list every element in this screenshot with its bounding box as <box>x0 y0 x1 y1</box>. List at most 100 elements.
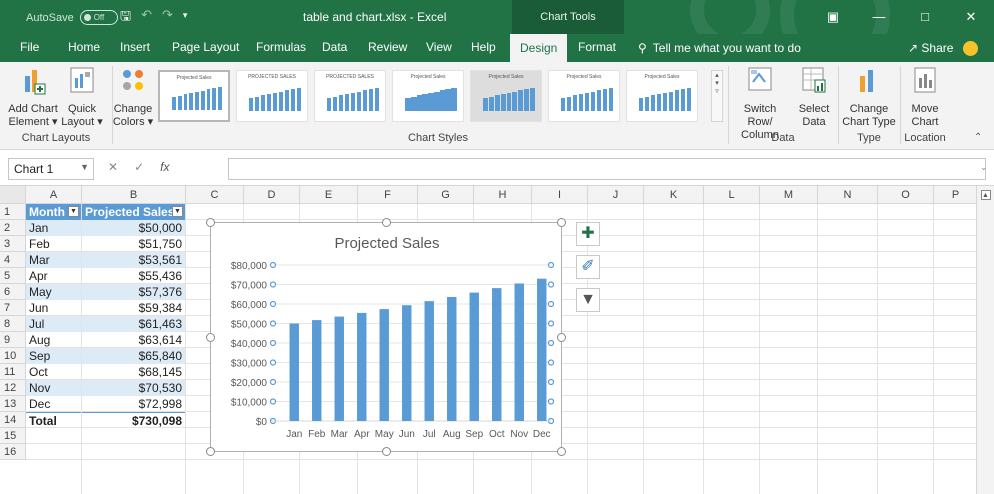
switch-row-column-button[interactable]: Switch Row/Column <box>730 66 790 142</box>
resize-handle-b[interactable] <box>382 447 391 456</box>
filter-dropdown-icon[interactable]: ▼ <box>172 206 183 217</box>
table-cell-month[interactable]: Nov <box>26 380 81 396</box>
tell-me-box[interactable]: ⚲ Tell me what you want to do <box>638 41 801 55</box>
table-cell-sales[interactable]: $70,530 <box>82 380 185 396</box>
quick-layout-button[interactable]: Quick Layout ▾ <box>60 66 104 129</box>
chart-style-6[interactable]: Projected Sales <box>548 70 620 122</box>
tab-page-layout[interactable]: Page Layout <box>172 40 239 54</box>
tab-help[interactable]: Help <box>471 40 496 54</box>
table-cell-month[interactable]: Jan <box>26 220 81 236</box>
column-header-k[interactable]: K <box>644 186 704 204</box>
table-cell-month[interactable]: Aug <box>26 332 81 348</box>
tab-file[interactable]: File <box>20 40 39 54</box>
column-header-a[interactable]: A <box>26 186 82 204</box>
tab-review[interactable]: Review <box>368 40 407 54</box>
column-header-p[interactable]: P <box>934 186 978 204</box>
table-cell-month[interactable]: Oct <box>26 364 81 380</box>
table-cell-sales[interactable]: $57,376 <box>82 284 185 300</box>
insert-function-icon[interactable]: fx <box>160 160 169 174</box>
column-header-j[interactable]: J <box>588 186 644 204</box>
undo-icon[interactable]: ↶ <box>141 7 152 29</box>
row-header-1[interactable]: 1 <box>0 204 26 220</box>
table-total-label[interactable]: Total <box>26 412 81 428</box>
redo-icon[interactable]: ↷ <box>162 7 173 29</box>
expand-formula-icon[interactable]: ⌄ <box>980 162 988 173</box>
row-header-8[interactable]: 8 <box>0 316 26 332</box>
chart-elements-button[interactable]: ✚ <box>576 222 600 246</box>
row-header-7[interactable]: 7 <box>0 300 26 316</box>
maximize-icon[interactable]: □ <box>902 0 948 34</box>
tab-format[interactable]: Format <box>578 40 616 54</box>
tab-insert[interactable]: Insert <box>120 40 150 54</box>
table-cell-sales[interactable]: $63,614 <box>82 332 185 348</box>
table-cell-month[interactable]: Feb <box>26 236 81 252</box>
chart-style-7[interactable]: Projected Sales <box>626 70 698 122</box>
chart-style-5[interactable]: Projected Sales <box>470 70 542 122</box>
cancel-icon[interactable]: ✕ <box>108 160 118 174</box>
column-header-o[interactable]: O <box>878 186 934 204</box>
column-header-l[interactable]: L <box>704 186 760 204</box>
table-cell-month[interactable]: May <box>26 284 81 300</box>
row-header-9[interactable]: 9 <box>0 332 26 348</box>
resize-handle-l[interactable] <box>206 333 215 342</box>
table-cell-month[interactable]: Jul <box>26 316 81 332</box>
ribbon-display-icon[interactable]: ▣ <box>810 0 856 34</box>
filter-dropdown-icon[interactable]: ▼ <box>68 206 79 217</box>
add-chart-element-button[interactable]: Add Chart Element ▾ <box>6 66 60 129</box>
row-header-4[interactable]: 4 <box>0 252 26 268</box>
resize-handle-tr[interactable] <box>557 218 566 227</box>
row-header-10[interactable]: 10 <box>0 348 26 364</box>
row-header-12[interactable]: 12 <box>0 380 26 396</box>
column-header-n[interactable]: N <box>818 186 878 204</box>
save-icon[interactable]: 🖫 <box>120 7 131 29</box>
column-header-m[interactable]: M <box>760 186 818 204</box>
row-header-2[interactable]: 2 <box>0 220 26 236</box>
tab-design[interactable]: Design <box>510 34 568 62</box>
table-cell-month[interactable]: Apr <box>26 268 81 284</box>
chart-style-1[interactable]: Projected Sales <box>158 70 230 122</box>
scroll-up-icon[interactable]: ▲ <box>980 190 991 200</box>
column-header-e[interactable]: E <box>300 186 358 204</box>
table-cell-sales[interactable]: $65,840 <box>82 348 185 364</box>
column-header-i[interactable]: I <box>532 186 588 204</box>
column-header-g[interactable]: G <box>418 186 474 204</box>
row-header-14[interactable]: 14 <box>0 412 26 428</box>
table-cell-sales[interactable]: $51,750 <box>82 236 185 252</box>
chart-object[interactable]: Projected Sales $0 $10,000 $20,000 $30,000 $4… <box>210 222 562 452</box>
select-all-corner[interactable] <box>0 186 26 204</box>
table-cell-sales[interactable]: $72,998 <box>82 396 185 412</box>
select-data-button[interactable]: Select Data <box>794 66 834 129</box>
share-button[interactable]: ↗ Share <box>908 41 953 55</box>
resize-handle-tl[interactable] <box>206 218 215 227</box>
chart-styles-button[interactable]: ✐ <box>576 255 600 279</box>
table-cell-sales[interactable]: $61,463 <box>82 316 185 332</box>
customize-qat-icon[interactable]: ▾ <box>183 7 188 29</box>
table-cell-sales[interactable]: $53,561 <box>82 252 185 268</box>
tab-data[interactable]: Data <box>322 40 347 54</box>
table-cell-month[interactable]: Jun <box>26 300 81 316</box>
column-header-b[interactable]: B <box>82 186 186 204</box>
change-colors-button[interactable]: Change Colors ▾ <box>112 66 154 129</box>
chart-style-2[interactable]: PROJECTED SALES <box>236 70 308 122</box>
autosave-toggle[interactable]: Off <box>79 10 118 25</box>
row-header-6[interactable]: 6 <box>0 284 26 300</box>
row-header-15[interactable]: 15 <box>0 428 26 444</box>
tab-home[interactable]: Home <box>68 40 100 54</box>
row-header-3[interactable]: 3 <box>0 236 26 252</box>
column-header-d[interactable]: D <box>244 186 300 204</box>
resize-handle-r[interactable] <box>557 333 566 342</box>
name-box[interactable]: Chart 1 ▼ <box>8 158 94 180</box>
row-header-13[interactable]: 13 <box>0 396 26 412</box>
resize-handle-bl[interactable] <box>206 447 215 456</box>
formula-input[interactable] <box>228 158 986 180</box>
collapse-ribbon-icon[interactable]: ⌃ <box>974 132 982 143</box>
table-cell-month[interactable]: Dec <box>26 396 81 412</box>
table-total-value[interactable]: $730,098 <box>82 412 185 428</box>
chart-style-4[interactable]: Projected Sales <box>392 70 464 122</box>
close-icon[interactable]: ✕ <box>948 0 994 34</box>
tab-formulas[interactable]: Formulas <box>256 40 306 54</box>
table-header-cell[interactable]: Projected Sales ▼ <box>82 204 185 220</box>
resize-handle-t[interactable] <box>382 218 391 227</box>
chart-filters-button[interactable]: ▼ <box>576 288 600 312</box>
change-chart-type-button[interactable]: Change Chart Type <box>840 66 898 129</box>
